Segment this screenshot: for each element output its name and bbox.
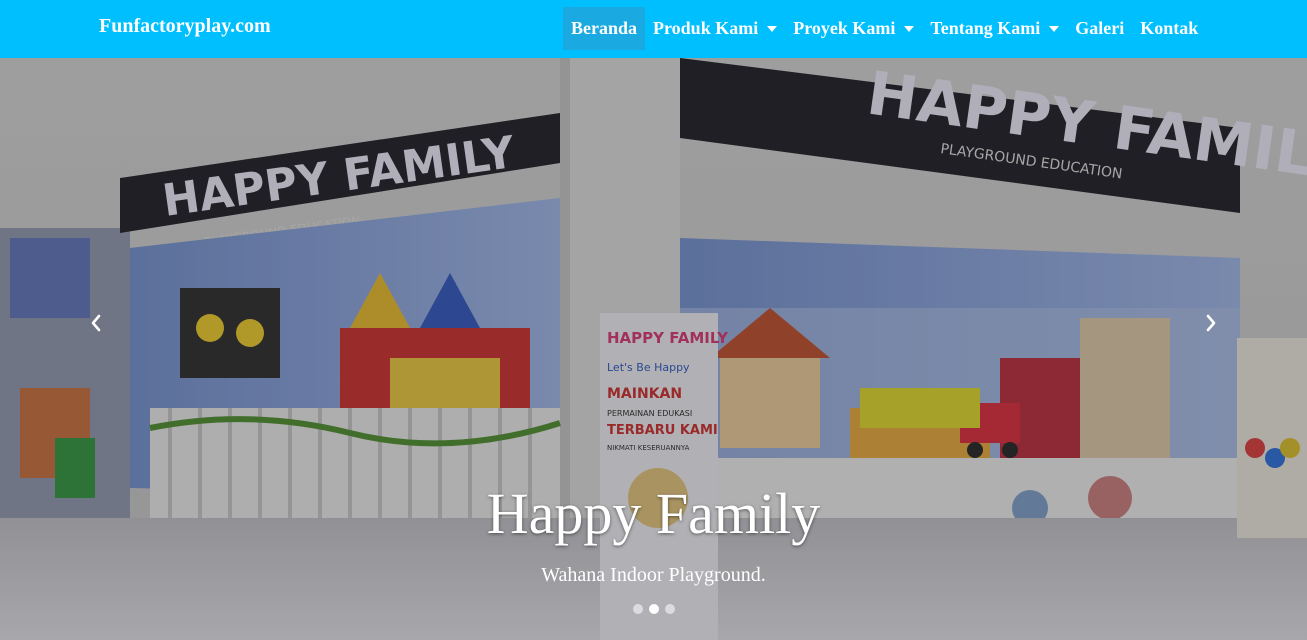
- nav-item-label: Proyek Kami: [793, 18, 896, 38]
- carousel-prev-button[interactable]: [81, 308, 111, 338]
- nav-item-proyek-kami[interactable]: Proyek Kami: [785, 7, 922, 50]
- nav-item-kontak[interactable]: Kontak: [1132, 7, 1206, 50]
- caption-text: Wahana Indoor Playground.: [541, 564, 766, 586]
- caret-down-icon: [904, 25, 915, 32]
- caret-down-icon: [1049, 25, 1060, 32]
- navbar: Funfactoryplay.com Beranda Produk Kami P…: [0, 0, 1307, 58]
- hero-carousel: HAPPY FAMILY PLAYGROUND EDUCATION HAPPY …: [0, 58, 1307, 640]
- nav-item-produk-kami[interactable]: Produk Kami: [645, 7, 785, 50]
- chevron-left-icon: [91, 314, 101, 332]
- nav-menu: Beranda Produk Kami Proyek Kami Tentang …: [563, 7, 1206, 50]
- nav-item-label: Galeri: [1075, 18, 1125, 38]
- nav-item-galeri[interactable]: Galeri: [1067, 7, 1132, 50]
- carousel-indicators: [0, 604, 1307, 614]
- carousel-indicator-1[interactable]: [632, 604, 643, 614]
- nav-item-beranda[interactable]: Beranda: [563, 7, 646, 50]
- nav-item-label: Tentang Kami: [930, 18, 1041, 38]
- nav-item-label: Beranda: [571, 18, 638, 38]
- nav-item-label: Kontak: [1140, 18, 1199, 38]
- carousel-indicator-3[interactable]: [664, 604, 675, 614]
- carousel-caption: Happy Family Wahana Indoor Playground.: [0, 478, 1307, 587]
- caption-title: Happy Family: [486, 481, 821, 546]
- nav-item-label: Produk Kami: [653, 18, 759, 38]
- chevron-right-icon: [1206, 314, 1216, 332]
- caret-down-icon: [767, 25, 778, 32]
- carousel-next-button[interactable]: [1196, 308, 1226, 338]
- nav-item-tentang-kami[interactable]: Tentang Kami: [922, 7, 1067, 50]
- carousel-indicator-2[interactable]: [648, 604, 659, 614]
- brand-link[interactable]: Funfactoryplay.com: [99, 15, 271, 38]
